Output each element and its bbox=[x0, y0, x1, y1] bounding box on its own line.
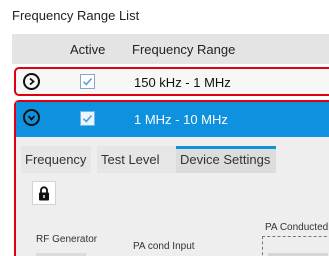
collapse-row-button[interactable] bbox=[23, 109, 40, 126]
table-row[interactable]: 150 kHz - 1 MHz bbox=[14, 67, 329, 96]
chevron-right-icon bbox=[29, 77, 35, 86]
lock-icon bbox=[39, 185, 49, 200]
column-header-frequency-range: Frequency Range bbox=[132, 42, 236, 57]
panel-title: Frequency Range List bbox=[12, 8, 140, 23]
active-checkbox[interactable] bbox=[80, 74, 95, 89]
checkmark-icon bbox=[82, 114, 93, 123]
column-header-active: Active bbox=[70, 42, 106, 57]
frequency-range-cell: 150 kHz - 1 MHz bbox=[134, 75, 231, 90]
checkmark-icon bbox=[82, 77, 93, 86]
chevron-down-icon bbox=[27, 115, 36, 121]
pa-conducted-label: PA Conducted bbox=[265, 222, 329, 233]
pa-cond-input-label: PA cond Input bbox=[133, 241, 195, 252]
tab-frequency[interactable]: Frequency bbox=[21, 146, 91, 173]
expand-row-button[interactable] bbox=[23, 73, 40, 90]
table-header: Active Frequency Range bbox=[12, 34, 329, 64]
expanded-row-container: 1 MHz - 10 MHz Frequency Test Level Devi… bbox=[14, 100, 329, 256]
active-checkbox[interactable] bbox=[80, 111, 95, 126]
table-row-selected[interactable]: 1 MHz - 10 MHz bbox=[16, 102, 329, 137]
detail-panel: Frequency Test Level Device Settings RF … bbox=[16, 137, 329, 256]
frequency-range-cell: 1 MHz - 10 MHz bbox=[134, 112, 228, 127]
tab-test-level[interactable]: Test Level bbox=[97, 146, 177, 173]
rf-generator-label: RF Generator bbox=[36, 234, 98, 245]
tab-device-settings[interactable]: Device Settings bbox=[176, 146, 276, 173]
frequency-range-list-panel: Frequency Range List Active Frequency Ra… bbox=[0, 0, 329, 256]
lock-button[interactable] bbox=[32, 181, 56, 205]
